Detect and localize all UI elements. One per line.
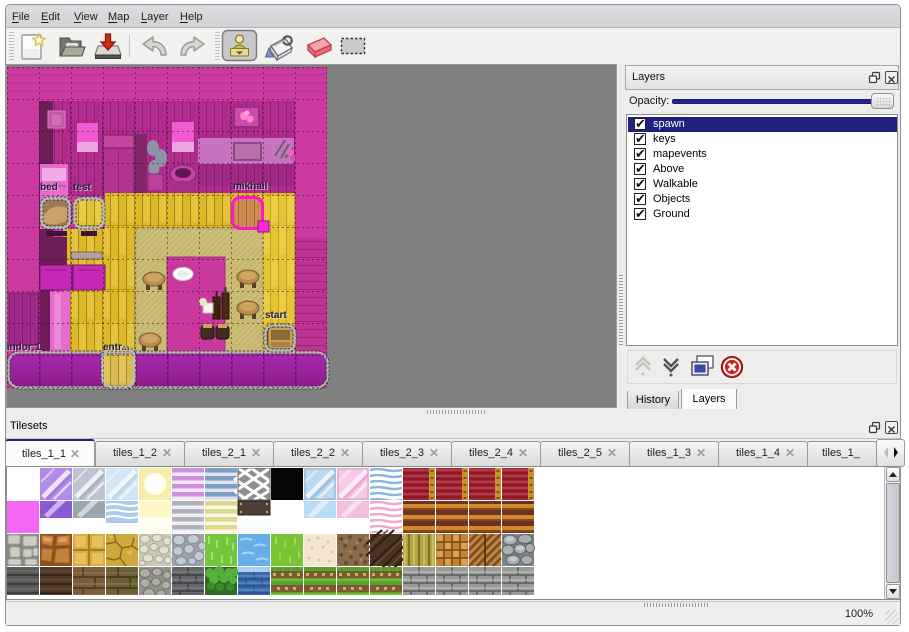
svg-text:test: test xyxy=(73,182,91,193)
svg-text:andor:1: andor:1 xyxy=(7,342,41,353)
svg-text:mikhail: mikhail xyxy=(233,181,268,192)
svg-text:start: start xyxy=(265,310,287,321)
svg-text:entr...: entr... xyxy=(103,342,130,353)
svg-text:bed: bed xyxy=(40,182,58,193)
